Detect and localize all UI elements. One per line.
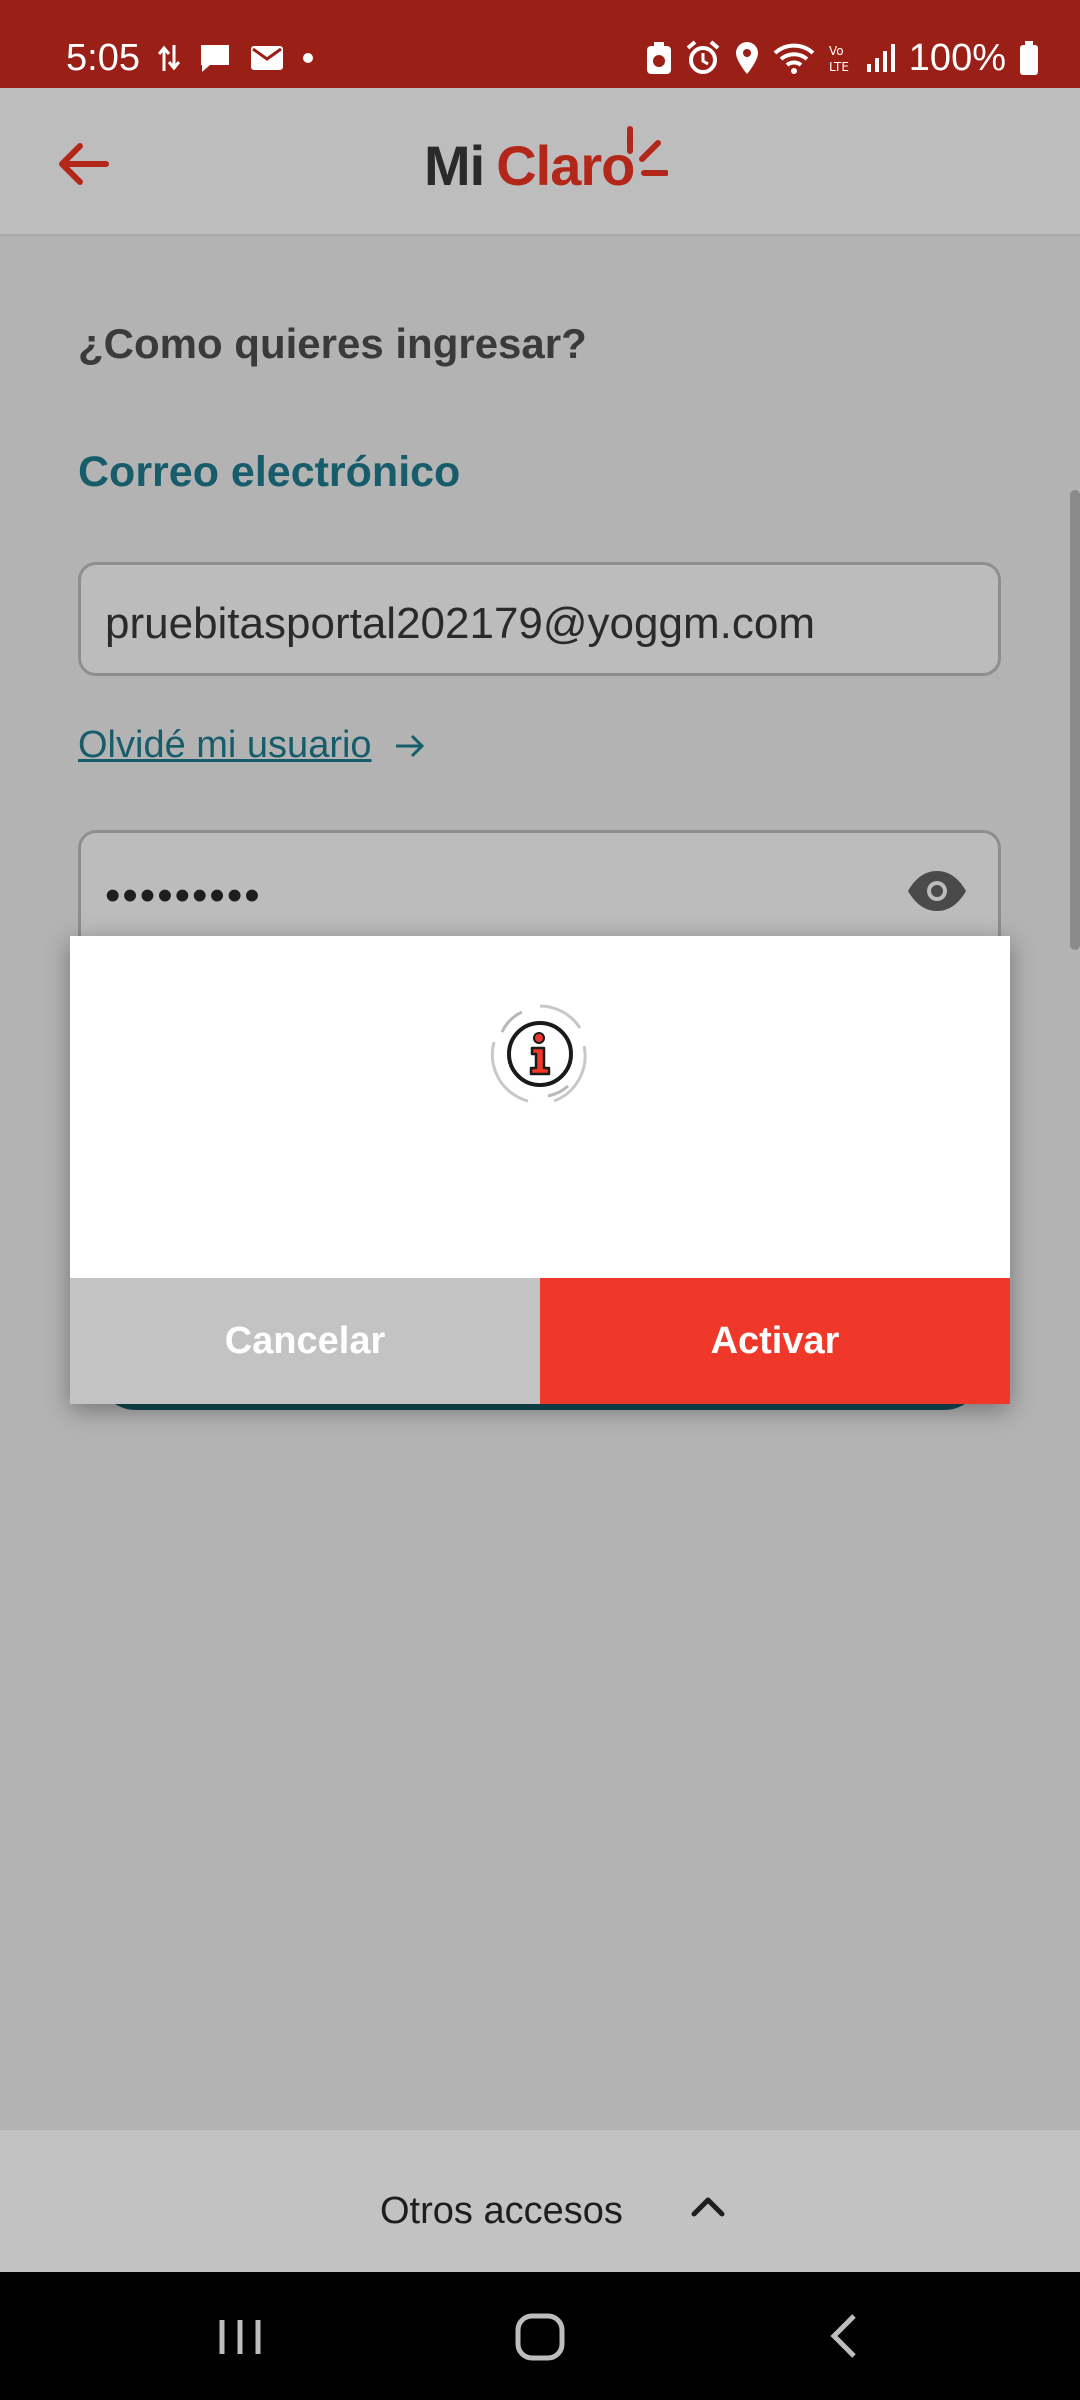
chevron-up-icon (691, 2197, 725, 2217)
wifi-icon (773, 43, 815, 74)
message-icon (201, 45, 229, 72)
back-arrow-icon[interactable] (50, 132, 114, 196)
info-icon (490, 1004, 587, 1103)
status-notification-icons (158, 40, 314, 76)
email-icon (251, 46, 283, 70)
app-header: Mi Claro (0, 88, 1080, 236)
other-access-label: Otros accesos (380, 2190, 623, 2232)
info-dialog: Cancelar Activar (70, 936, 1010, 1404)
alarm-icon (686, 40, 720, 74)
mi-claro-logo: Mi Claro (424, 126, 669, 198)
dot-icon (303, 53, 313, 63)
data-transfer-icon (158, 45, 180, 71)
cancel-button[interactable]: Cancelar (70, 1278, 540, 1404)
arrow-right-icon (395, 734, 424, 757)
other-access-panel[interactable]: Otros accesos (0, 2130, 1080, 2272)
svg-text:Vo: Vo (829, 44, 844, 58)
login-method-title: Correo electrónico (78, 448, 461, 496)
password-value: ••••••••• (105, 871, 262, 920)
system-nav-bar (0, 2272, 1080, 2400)
activate-button[interactable]: Activar (540, 1278, 1010, 1404)
status-bar: 5:05 Vo LTE 100% (0, 0, 1080, 88)
system-back-icon[interactable] (814, 2306, 878, 2366)
forgot-user-label: Olvidé mi usuario (78, 724, 372, 766)
logo-rays-icon (627, 126, 669, 176)
logo-claro-text: Claro (496, 134, 635, 197)
dialog-actions: Cancelar Activar (70, 1278, 1010, 1404)
email-value: pruebitasportal202179@yoggm.com (105, 599, 815, 648)
svg-text:LTE: LTE (829, 60, 849, 74)
scrollbar[interactable] (1070, 490, 1080, 950)
status-time: 5:05 (66, 37, 140, 79)
battery-percent: 100% (908, 37, 1006, 79)
home-icon[interactable] (508, 2306, 572, 2366)
battery-icon (1020, 41, 1038, 75)
signal-icon (866, 44, 895, 72)
status-system-icons: Vo LTE 100% (645, 38, 1040, 78)
email-field[interactable]: pruebitasportal202179@yoggm.com (78, 562, 1001, 676)
recent-apps-icon[interactable] (208, 2306, 272, 2366)
login-question: ¿Como quieres ingresar? (78, 320, 587, 367)
show-password-eye-icon[interactable] (906, 869, 968, 913)
logo-mi: Mi (424, 134, 485, 197)
battery-saver-icon (646, 42, 671, 74)
logo-claro: Claro (496, 126, 669, 198)
volte-icon: Vo LTE (829, 44, 849, 74)
location-icon (735, 42, 758, 74)
forgot-user-link[interactable]: Olvidé mi usuario (78, 724, 426, 767)
